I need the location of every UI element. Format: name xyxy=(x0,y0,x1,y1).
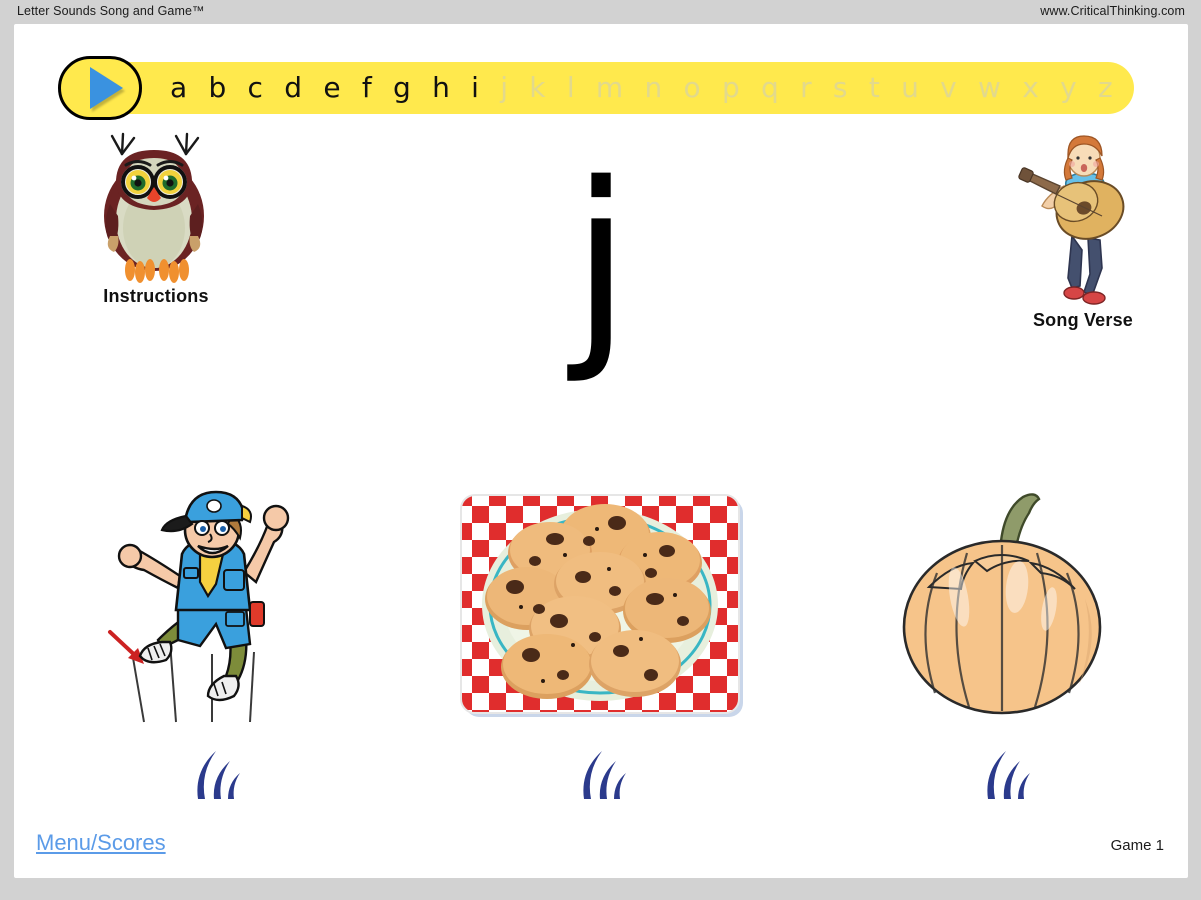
alphabet-letter-t[interactable]: t xyxy=(869,74,880,102)
sound-button-3[interactable] xyxy=(854,729,1154,819)
alphabet-letter-d[interactable]: d xyxy=(284,74,302,102)
alphabet-letter-g[interactable]: g xyxy=(393,74,411,102)
play-button[interactable] xyxy=(58,56,142,120)
alphabet-letter-z[interactable]: z xyxy=(1098,74,1113,102)
picture-boy-scout-jumping[interactable] xyxy=(64,479,364,729)
alphabet-letter-a[interactable]: a xyxy=(170,74,187,102)
alphabet-letter-v[interactable]: v xyxy=(940,74,957,102)
alphabet-letter-u[interactable]: u xyxy=(901,74,919,102)
choice-jumping-boy xyxy=(64,479,364,839)
sound-waves-icon xyxy=(197,751,240,799)
app-root: Letter Sounds Song and Game™ www.Critica… xyxy=(0,0,1201,900)
alphabet-letter-s[interactable]: s xyxy=(833,74,848,102)
play-icon xyxy=(89,67,123,109)
window-frame: Letter Sounds Song and Game™ www.Critica… xyxy=(0,0,1201,900)
alphabet-letter-h[interactable]: h xyxy=(432,74,450,102)
alphabet-letter-i[interactable]: i xyxy=(471,74,479,102)
game-stage: abcdefghijklmnopqrstuvwxyz Instructions … xyxy=(14,24,1188,878)
alphabet-letter-b[interactable]: b xyxy=(208,74,226,102)
title-bar: Letter Sounds Song and Game™ www.Critica… xyxy=(0,0,1201,24)
sound-waves-icon xyxy=(987,751,1030,799)
sound-button-2[interactable] xyxy=(450,729,750,819)
alphabet-letter-f[interactable]: f xyxy=(362,74,372,102)
alphabet-letter-q[interactable]: q xyxy=(761,74,779,102)
alphabet-letter-c[interactable]: c xyxy=(248,74,263,102)
alphabet-bar: abcdefghijklmnopqrstuvwxyz xyxy=(58,56,1134,120)
alphabet-letter-y[interactable]: y xyxy=(1060,74,1077,102)
choice-cookies xyxy=(450,479,750,839)
target-letter: j xyxy=(571,136,631,387)
alphabet-letter-o[interactable]: o xyxy=(684,74,701,102)
alphabet-letter-p[interactable]: p xyxy=(722,74,740,102)
sound-button-1[interactable] xyxy=(64,729,364,819)
alphabet-letter-l[interactable]: l xyxy=(567,74,575,102)
alphabet-letter-n[interactable]: n xyxy=(644,74,662,102)
alphabet-letter-x[interactable]: x xyxy=(1022,74,1039,102)
sound-waves-icon xyxy=(583,751,626,799)
picture-pumpkin[interactable] xyxy=(854,479,1154,729)
menu-scores-link[interactable]: Menu/Scores xyxy=(36,830,166,856)
game-number-label: Game 1 xyxy=(1110,837,1164,854)
app-title: Letter Sounds Song and Game™ xyxy=(17,4,205,18)
choice-pumpkin xyxy=(854,479,1154,839)
alphabet-letter-k[interactable]: k xyxy=(529,74,545,102)
website-url: www.CriticalThinking.com xyxy=(1040,4,1185,18)
picture-plate-of-cookies[interactable] xyxy=(450,479,750,729)
alphabet-letter-m[interactable]: m xyxy=(596,74,623,102)
alphabet-letter-e[interactable]: e xyxy=(323,74,340,102)
alphabet-letter-w[interactable]: w xyxy=(978,74,1001,102)
answer-choices xyxy=(14,479,1188,839)
alphabet-letter-j[interactable]: j xyxy=(500,74,508,102)
alphabet-letter-r[interactable]: r xyxy=(800,74,812,102)
alphabet-letters: abcdefghijklmnopqrstuvwxyz xyxy=(160,62,1125,114)
